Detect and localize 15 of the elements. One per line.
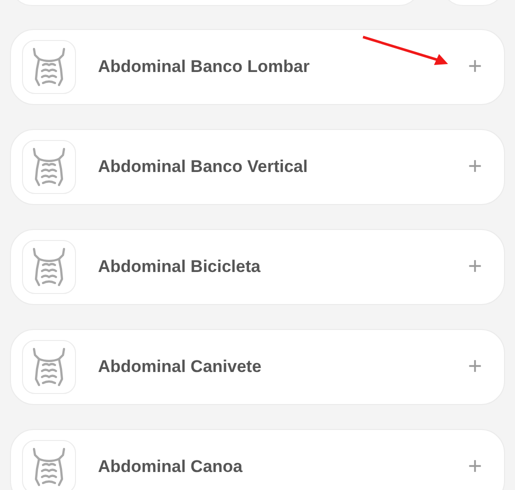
abdomen-icon [31,147,67,187]
exercise-name: Abdominal Canoa [98,457,244,477]
exercise-card[interactable]: Abdominal Banco Vertical + [10,129,505,205]
abdomen-icon [31,47,67,87]
exercise-name: Abdominal Banco Lombar [98,57,311,77]
exercise-card[interactable]: Abdominal Banco Lombar + [10,29,505,105]
abdomen-icon [31,247,67,287]
abdomen-icon [31,347,67,387]
exercise-name: Abdominal Banco Vertical [98,157,309,177]
exercise-card[interactable]: Abdominal Bicicleta + [10,229,505,305]
exercise-card[interactable]: Abdominal Canivete + [10,329,505,405]
exercise-card[interactable]: Abdominal Canoa + [10,429,505,490]
exercise-name: Abdominal Bicicleta [98,257,262,277]
abdomen-icon [31,447,67,487]
exercise-name: Abdominal Canivete [98,357,262,377]
